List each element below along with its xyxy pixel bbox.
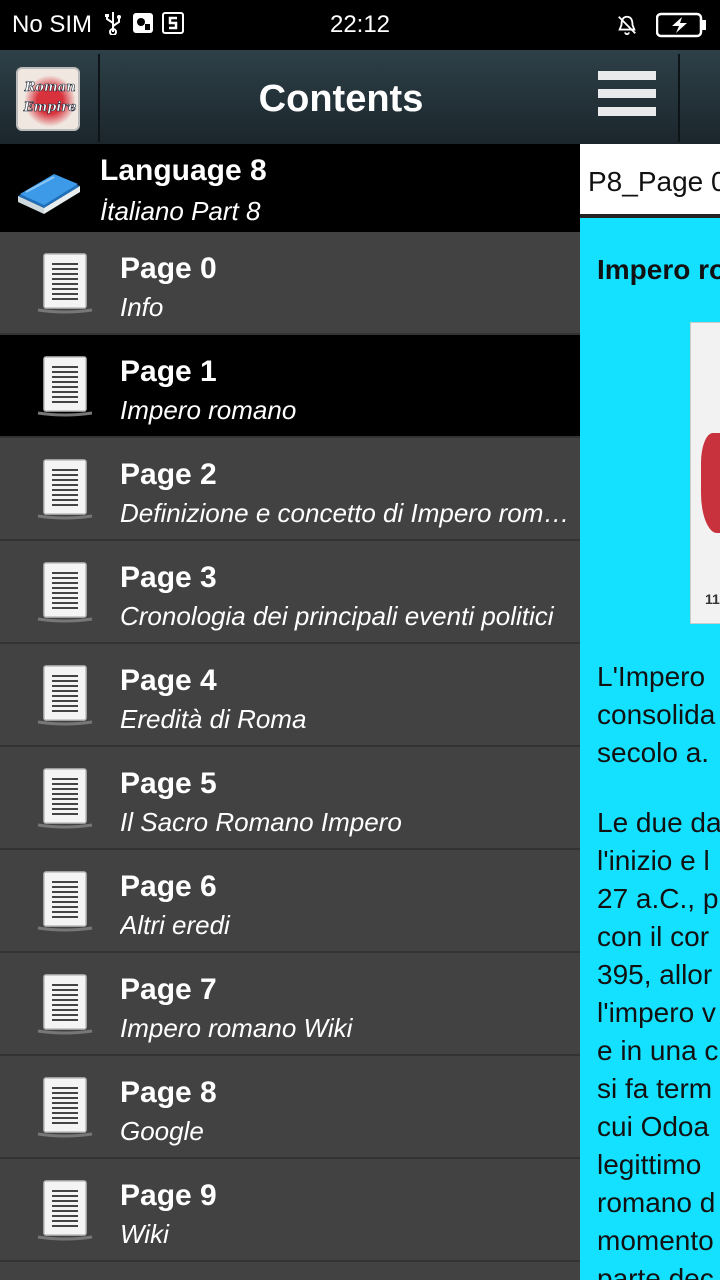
empire-map-image: 11 <box>690 322 720 624</box>
article-body: L'Impero consolida secolo a. Le due da l… <box>597 658 720 1280</box>
article-title: Impero ro <box>597 254 720 285</box>
article-paragraph-1: L'Impero consolida secolo a. <box>597 661 716 768</box>
page-header-bar: P8_Page 0 <box>580 144 720 218</box>
navigation-drawer: Roman Empire Contents Language 8 İtalian… <box>0 50 580 1280</box>
document-icon <box>37 974 93 1035</box>
page-item-title: Page 4 <box>120 664 217 697</box>
logo-text-line2: Empire <box>23 100 77 115</box>
app-logo[interactable]: Roman Empire <box>16 67 80 131</box>
page-item-subtitle: Il Sacro Romano Impero <box>120 807 402 837</box>
page-item-subtitle: Google <box>120 1116 204 1146</box>
page-item-subtitle: Cronologia dei principali eventi politic… <box>120 601 554 631</box>
status-bar: No SIM 22:12 <box>0 0 720 50</box>
book-icon <box>18 174 80 214</box>
page-item-title: Page 6 <box>120 870 217 903</box>
page-list: Page 0 Info Page 1 Impero romano Page 2 … <box>0 232 580 1262</box>
document-icon <box>37 459 93 520</box>
content-pane: P8_Page 0 Impero ro 11 L'Impero consolid… <box>580 50 720 1280</box>
page-item-title: Page 7 <box>120 973 217 1006</box>
document-icon <box>37 1077 93 1138</box>
page-list-item-8[interactable]: Page 8 Google <box>0 1056 580 1159</box>
page-item-subtitle: Definizione e concetto di Impero romano <box>120 498 578 528</box>
drawer-toolbar: Roman Empire Contents <box>0 50 580 144</box>
page-list-item-7[interactable]: Page 7 Impero romano Wiki <box>0 953 580 1056</box>
page-item-title: Page 8 <box>120 1076 217 1109</box>
document-icon <box>37 768 93 829</box>
hamburger-menu-icon[interactable] <box>598 71 656 127</box>
page-item-subtitle: Impero romano Wiki <box>120 1013 353 1043</box>
map-territory <box>701 433 720 533</box>
page-item-title: Page 1 <box>120 355 217 388</box>
toolbar-divider <box>98 54 100 142</box>
language-title: Language 8 <box>100 154 267 187</box>
page-item-subtitle: Wiki <box>120 1219 169 1249</box>
page-item-title: Page 2 <box>120 458 217 491</box>
page-item-subtitle: Eredità di Roma <box>120 704 307 734</box>
document-icon <box>37 665 93 726</box>
page-list-item-0[interactable]: Page 0 Info <box>0 232 580 335</box>
page-item-subtitle: Impero romano <box>120 395 297 425</box>
document-icon <box>37 562 93 623</box>
page-header-title: P8_Page 0 <box>588 166 720 197</box>
document-icon <box>37 871 93 932</box>
page-list-item-5[interactable]: Page 5 Il Sacro Romano Impero <box>0 747 580 850</box>
document-icon <box>37 356 93 417</box>
page-item-title: Page 5 <box>120 767 217 800</box>
language-subtitle: İtaliano Part 8 <box>100 196 261 226</box>
battery-charging-icon <box>656 12 708 38</box>
page-item-subtitle: Altri eredi <box>120 910 230 940</box>
page-item-subtitle: Info <box>120 292 164 322</box>
content-toolbar <box>580 50 720 144</box>
page-list-item-2[interactable]: Page 2 Definizione e concetto di Impero … <box>0 438 580 541</box>
document-icon <box>37 253 93 314</box>
page-list-item-9[interactable]: Page 9 Wiki <box>0 1159 580 1262</box>
language-header[interactable]: Language 8 İtaliano Part 8 <box>0 144 580 232</box>
alarm-off-icon <box>616 13 638 37</box>
article-paragraph-2: Le due da l'inizio e l 27 a.C., p con il… <box>597 807 720 1280</box>
toolbar-divider <box>678 54 680 142</box>
page-list-item-4[interactable]: Page 4 Eredità di Roma <box>0 644 580 747</box>
drawer-title: Contents <box>258 78 424 120</box>
page-list-item-3[interactable]: Page 3 Cronologia dei principali eventi … <box>0 541 580 644</box>
map-caption: 11 <box>705 591 720 607</box>
clock: 22:12 <box>329 11 391 38</box>
page-list-item-6[interactable]: Page 6 Altri eredi <box>0 850 580 953</box>
logo-text-line1: Roman <box>24 80 76 95</box>
document-icon <box>37 1180 93 1241</box>
status-icons-right <box>616 12 708 38</box>
page-item-title: Page 3 <box>120 561 217 594</box>
page-list-item-1[interactable]: Page 1 Impero romano <box>0 335 580 438</box>
page-item-title: Page 9 <box>120 1179 217 1212</box>
page-item-title: Page 0 <box>120 252 217 285</box>
